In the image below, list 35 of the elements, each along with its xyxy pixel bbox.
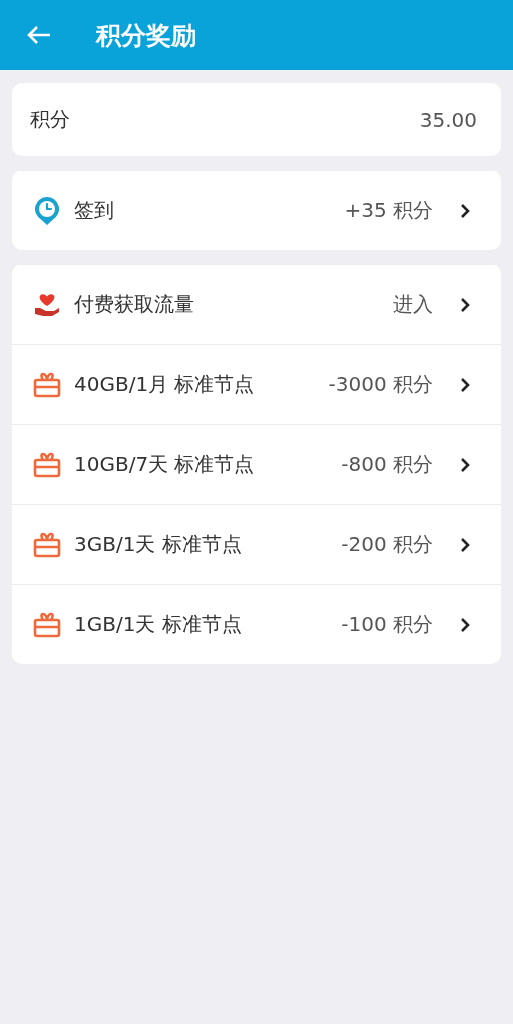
row-label: 签到 [74, 197, 115, 224]
list-row[interactable]: 付费获取流量 进入 [12, 264, 501, 344]
points-label: 积分 [30, 106, 70, 133]
chevron-right-icon [459, 375, 471, 394]
row-value: +35 积分 [344, 197, 433, 224]
list-row[interactable]: 3GB/1天 标准节点 -200 积分 [12, 504, 501, 584]
chevron-right-icon [459, 615, 471, 634]
list-row[interactable]: 签到 +35 积分 [12, 170, 501, 250]
gift-box-icon [33, 531, 61, 558]
list-row[interactable]: 10GB/7天 标准节点 -800 积分 [12, 424, 501, 504]
row-label: 3GB/1天 标准节点 [74, 531, 243, 558]
chevron-right-icon [459, 455, 471, 474]
heart-hand-icon [33, 291, 61, 318]
row-label: 1GB/1天 标准节点 [74, 611, 243, 638]
row-label: 10GB/7天 标准节点 [74, 451, 256, 478]
row-label: 40GB/1月 标准节点 [74, 371, 256, 398]
row-value: 进入 [393, 291, 433, 318]
points-value: 35.00 [419, 107, 477, 132]
gift-box-icon [33, 451, 61, 478]
chevron-right-icon [459, 295, 471, 314]
gift-box-icon [33, 611, 61, 638]
row-value: -100 积分 [341, 611, 433, 638]
back-button[interactable] [26, 24, 52, 46]
chevron-right-icon [459, 535, 471, 554]
list-row[interactable]: 40GB/1月 标准节点 -3000 积分 [12, 344, 501, 424]
back-arrow-icon [26, 24, 52, 46]
gift-box-icon [33, 371, 61, 398]
list-row[interactable]: 1GB/1天 标准节点 -100 积分 [12, 584, 501, 664]
row-value: -3000 积分 [328, 371, 433, 398]
clock-pin-icon [34, 195, 60, 226]
chevron-right-icon [459, 201, 471, 220]
row-value: -800 积分 [341, 451, 433, 478]
row-label: 付费获取流量 [74, 291, 195, 318]
page-title: 积分奖励 [96, 19, 196, 52]
row-value: -200 积分 [341, 531, 433, 558]
